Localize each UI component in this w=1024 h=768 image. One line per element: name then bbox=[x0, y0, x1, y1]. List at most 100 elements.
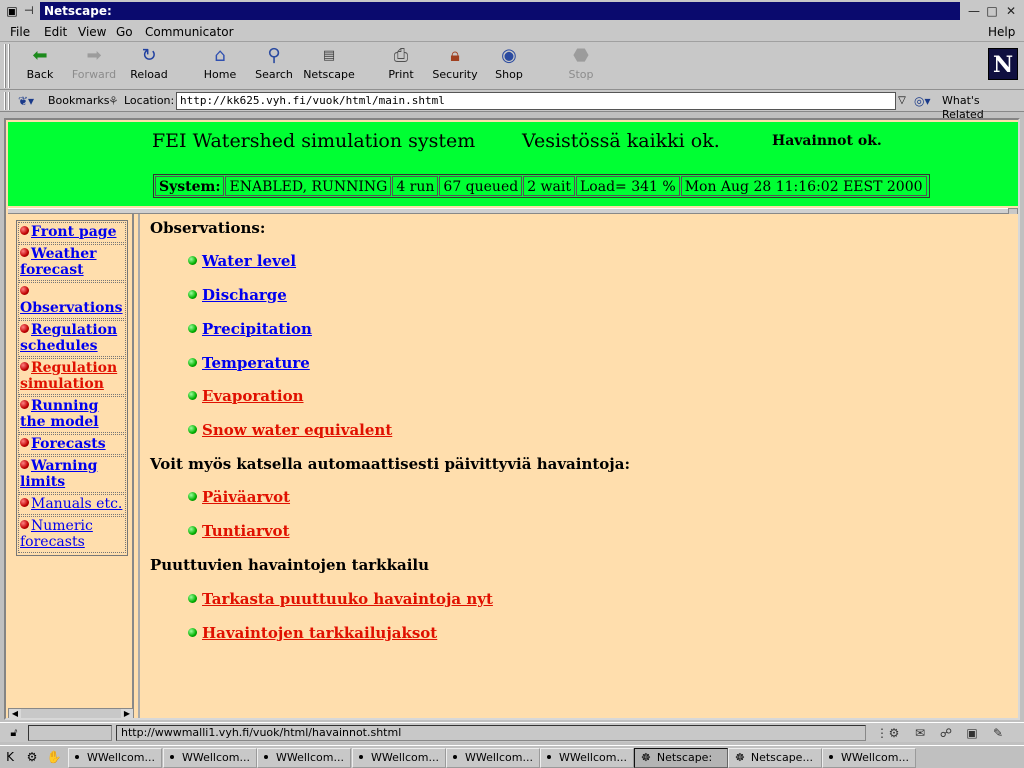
nav-link[interactable]: Warning limits bbox=[20, 458, 97, 490]
window-list-icon[interactable]: ✋ bbox=[46, 749, 62, 765]
link-daily-values[interactable]: Päiväarvot bbox=[202, 488, 290, 506]
task-button[interactable]: ☸ Netscape... bbox=[728, 748, 822, 768]
link-check-missing-now[interactable]: Tarkasta puuttuuko havaintoja nyt bbox=[202, 590, 493, 608]
location-toolbar: ❦▾ Bookmarks ⚘ Location: http://kk625.vy… bbox=[0, 90, 1024, 121]
list-item[interactable]: Havaintojen tarkkailujaksot bbox=[188, 623, 437, 643]
search-icon: ⚲ bbox=[267, 45, 281, 66]
list-item[interactable]: Evaporation bbox=[188, 386, 304, 406]
red-bullet-icon bbox=[20, 520, 29, 529]
task-button[interactable]: WWellcom... bbox=[68, 748, 162, 768]
task-button[interactable]: WWellcom... bbox=[352, 748, 446, 768]
scroll-left-icon[interactable]: ◀ bbox=[9, 709, 21, 718]
menu-communicator[interactable]: Communicator bbox=[145, 24, 234, 40]
start-menu-icon[interactable]: K bbox=[2, 749, 18, 765]
nav-item-forecasts[interactable]: Forecasts bbox=[18, 434, 126, 455]
nav-link[interactable]: Regulation simulation bbox=[20, 360, 117, 392]
menu-file[interactable]: File bbox=[10, 24, 30, 40]
netscape-button[interactable]: ▤ Netscape bbox=[301, 46, 357, 86]
show-desktop-icon[interactable]: ⚙ bbox=[24, 749, 40, 765]
close-icon[interactable]: ✕ bbox=[1003, 3, 1019, 19]
nav-item-regulation-schedules[interactable]: Regulation schedules bbox=[18, 320, 126, 357]
link-evaporation[interactable]: Evaporation bbox=[202, 387, 304, 405]
nav-item-warning-limits[interactable]: Warning limits bbox=[18, 456, 126, 493]
bookmarks-icon[interactable]: ❦▾ bbox=[18, 93, 44, 109]
link-monitoring-periods[interactable]: Havaintojen tarkkailujaksot bbox=[202, 624, 437, 642]
link-discharge[interactable]: Discharge bbox=[202, 286, 287, 304]
netscape-logo[interactable]: N bbox=[988, 48, 1018, 80]
nav-link[interactable]: Observations bbox=[20, 300, 123, 316]
bookmarks-button[interactable]: Bookmarks bbox=[48, 94, 109, 108]
red-bullet-icon bbox=[20, 248, 29, 257]
pin-icon[interactable]: ⊣ bbox=[24, 3, 38, 19]
security-status-icon[interactable]: 🔓︎ bbox=[6, 725, 22, 741]
link-water-level[interactable]: Water level bbox=[202, 252, 296, 270]
nav-link[interactable]: Forecasts bbox=[31, 436, 106, 452]
home-button[interactable]: ⌂ Home bbox=[192, 46, 248, 86]
task-button[interactable]: WWellcom... bbox=[257, 748, 351, 768]
reload-button[interactable]: ↻ Reload bbox=[121, 46, 177, 86]
nav-link[interactable]: Weather forecast bbox=[20, 246, 97, 278]
nav-link[interactable]: Front page bbox=[31, 224, 116, 240]
task-button[interactable]: WWellcom... bbox=[822, 748, 916, 768]
queued-count: 67 queued bbox=[439, 176, 523, 196]
minimize-icon[interactable]: — bbox=[966, 3, 982, 19]
menu-view[interactable]: View bbox=[78, 24, 106, 40]
nav-horizontal-scrollbar[interactable]: ◀ ▶ bbox=[8, 708, 134, 718]
window-title-bar[interactable]: ▣ ⊣ Netscape: — □ ✕ bbox=[0, 0, 1024, 22]
link-temperature[interactable]: Temperature bbox=[202, 354, 310, 372]
composer-icon[interactable]: ✎ bbox=[988, 725, 1008, 741]
task-button[interactable]: WWellcom... bbox=[163, 748, 257, 768]
nav-item-front-page[interactable]: Front page bbox=[18, 222, 126, 243]
stop-button[interactable]: ⬣ Stop bbox=[553, 46, 609, 86]
shop-button[interactable]: ◉ Shop bbox=[481, 46, 537, 86]
security-button[interactable]: 🔒︎ Security bbox=[427, 46, 483, 86]
menu-help[interactable]: Help bbox=[988, 24, 1015, 40]
toolbar-grip[interactable] bbox=[4, 44, 12, 88]
link-hourly-values[interactable]: Tuntiarvot bbox=[202, 522, 290, 540]
nav-item-regulation-simulation[interactable]: Regulation simulation bbox=[18, 358, 126, 395]
green-bullet-icon bbox=[188, 256, 197, 265]
page-proxy-icon[interactable]: ⚘ bbox=[108, 93, 122, 109]
back-button[interactable]: ⬅ Back bbox=[12, 46, 68, 86]
maximize-icon[interactable]: □ bbox=[984, 3, 1000, 19]
forward-button[interactable]: ➡ Forward bbox=[66, 46, 122, 86]
list-item[interactable]: Snow water equivalent bbox=[188, 420, 392, 440]
search-button[interactable]: ⚲ Search bbox=[246, 46, 302, 86]
red-bullet-icon bbox=[20, 400, 29, 409]
list-item[interactable]: Water level bbox=[188, 251, 296, 271]
whats-related-icon[interactable]: ◎▾ bbox=[914, 93, 940, 109]
nav-link[interactable]: Numeric forecasts bbox=[20, 518, 93, 550]
task-button-active[interactable]: ☸ Netscape: bbox=[634, 748, 728, 768]
observations-heading: Observations: bbox=[150, 219, 266, 237]
nav-link[interactable]: Running the model bbox=[20, 398, 99, 430]
print-button[interactable]: ⎙ Print bbox=[373, 46, 429, 86]
link-precipitation[interactable]: Precipitation bbox=[202, 320, 312, 338]
newsgroups-icon[interactable]: ☍ bbox=[936, 725, 956, 741]
list-item[interactable]: Päiväarvot bbox=[188, 487, 290, 507]
location-input[interactable]: http://kk625.vyh.fi/vuok/html/main.shtml bbox=[176, 92, 896, 110]
nav-item-observations[interactable]: Observations bbox=[18, 282, 126, 319]
menu-go[interactable]: Go bbox=[116, 24, 133, 40]
nav-item-weather-forecast[interactable]: Weather forecast bbox=[18, 244, 126, 281]
list-item[interactable]: Discharge bbox=[188, 285, 287, 305]
list-item[interactable]: Temperature bbox=[188, 353, 310, 373]
menu-edit[interactable]: Edit bbox=[44, 24, 67, 40]
list-item[interactable]: Tuntiarvot bbox=[188, 521, 290, 541]
list-item[interactable]: Precipitation bbox=[188, 319, 312, 339]
nav-link[interactable]: Manuals etc. bbox=[31, 496, 122, 512]
nav-link[interactable]: Regulation schedules bbox=[20, 322, 117, 354]
task-button[interactable]: WWellcom... bbox=[446, 748, 540, 768]
scroll-right-icon[interactable]: ▶ bbox=[121, 709, 133, 718]
window-menu-icon[interactable]: ▣ bbox=[4, 3, 20, 19]
nav-item-manuals[interactable]: Manuals etc. bbox=[18, 494, 126, 515]
list-item[interactable]: Tarkasta puuttuuko havaintoja nyt bbox=[188, 589, 493, 609]
address-book-icon[interactable]: ▣ bbox=[962, 725, 982, 741]
mail-icon[interactable]: ✉ bbox=[910, 725, 930, 741]
task-button[interactable]: WWellcom... bbox=[540, 748, 634, 768]
link-snow-water-equivalent[interactable]: Snow water equivalent bbox=[202, 421, 392, 439]
nav-item-numeric-forecasts[interactable]: Numeric forecasts bbox=[18, 516, 126, 553]
nav-item-running-the-model[interactable]: Running the model bbox=[18, 396, 126, 433]
navigator-icon[interactable]: ⚙ bbox=[884, 725, 904, 741]
location-dropdown-icon[interactable]: ▽ bbox=[896, 92, 908, 110]
location-grip[interactable] bbox=[4, 92, 12, 110]
